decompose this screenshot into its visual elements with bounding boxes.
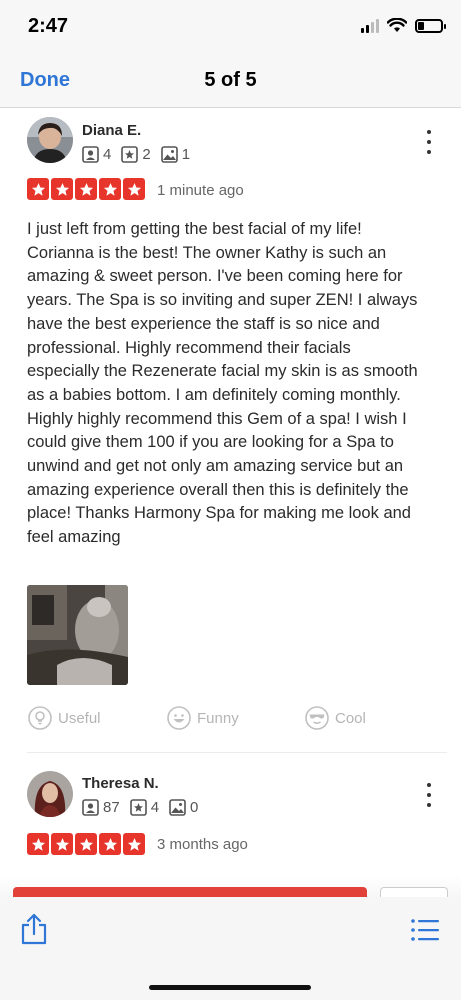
reactions-bar: Useful Funny Cool (0, 706, 461, 730)
star-icon (51, 833, 73, 855)
avatar[interactable] (27, 771, 73, 817)
funny-label: Funny (197, 709, 239, 727)
review-count: 4 (150, 799, 160, 816)
friends-stat: 4 (82, 146, 111, 163)
photos-stat: 1 (160, 146, 191, 163)
review-count-icon (121, 146, 139, 163)
star-rating (27, 833, 145, 855)
more-options-icon[interactable] (421, 130, 437, 154)
reviewer-name[interactable]: Diana E. (82, 122, 141, 139)
list-icon[interactable] (411, 919, 439, 941)
photos-stat: 0 (169, 799, 198, 816)
reviewer-name[interactable]: Theresa N. (82, 775, 159, 792)
star-icon (99, 833, 121, 855)
photo-count: 0 (190, 799, 199, 816)
star-rating (27, 178, 145, 200)
friends-count: 87 (103, 799, 120, 816)
friends-count: 4 (103, 146, 112, 163)
review-count-icon (129, 799, 147, 816)
status-icons (361, 18, 446, 33)
star-icon (27, 178, 49, 200)
useful-button[interactable]: Useful (28, 706, 101, 730)
reviews-stat: 2 (121, 146, 151, 163)
share-icon[interactable] (20, 913, 48, 945)
useful-label: Useful (58, 709, 101, 727)
useful-icon (28, 706, 52, 730)
star-icon (123, 178, 145, 200)
home-indicator (149, 985, 311, 990)
star-icon (51, 178, 73, 200)
avatar[interactable] (27, 117, 73, 163)
cool-button[interactable]: Cool (305, 706, 366, 730)
bottom-toolbar (0, 897, 461, 1000)
reviewer-stats: 87 4 0 (82, 799, 202, 816)
review-date: 1 minute ago (157, 182, 244, 199)
photo-count: 1 (181, 146, 191, 163)
page-title: 5 of 5 (204, 69, 257, 91)
star-icon (27, 833, 49, 855)
cool-icon (305, 706, 329, 730)
review-text: I just left from getting the best facial… (27, 220, 418, 547)
funny-icon (167, 706, 191, 730)
review-date: 3 months ago (157, 836, 248, 853)
friends-icon (82, 146, 99, 163)
photo-count-icon (160, 146, 178, 163)
funny-button[interactable]: Funny (167, 706, 239, 730)
reviews-stat: 4 (129, 799, 160, 816)
nav-bar: Done 5 of 5 (0, 56, 461, 108)
friends-stat: 87 (82, 799, 120, 816)
cool-label: Cool (335, 709, 366, 727)
star-icon (75, 833, 97, 855)
star-icon (75, 178, 97, 200)
status-bar: 2:47 (0, 0, 461, 56)
battery-icon (415, 18, 446, 33)
review-count: 2 (142, 146, 151, 163)
friends-icon (82, 799, 99, 816)
star-icon (99, 178, 121, 200)
photo-count-icon (169, 799, 186, 816)
more-options-icon[interactable] (421, 783, 437, 807)
signal-icon (361, 18, 379, 33)
review-photo[interactable] (27, 585, 128, 685)
divider (27, 752, 447, 753)
reviewer-stats: 4 2 1 (82, 146, 194, 163)
wifi-icon (387, 18, 407, 32)
status-time: 2:47 (28, 15, 69, 37)
star-icon (123, 833, 145, 855)
